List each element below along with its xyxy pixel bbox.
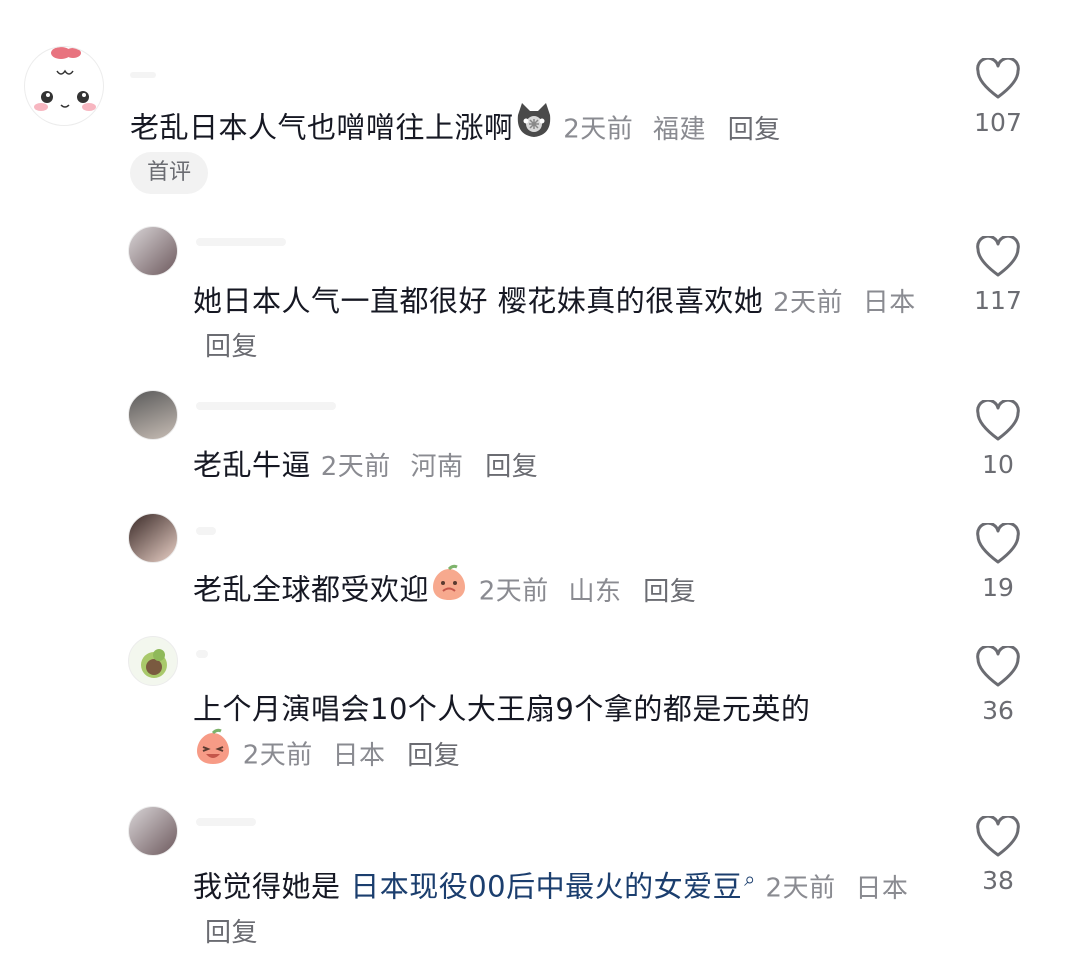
like-button[interactable]: 107 [968,58,1028,137]
comment-body: 她日本人气一直都很好 樱花妹真的很喜欢她 [193,284,764,318]
avatar[interactable] [128,390,178,440]
comment-location: 福建 [653,114,707,145]
username-placeholder[interactable] [130,72,156,78]
username-placeholder[interactable] [196,527,216,535]
avatar[interactable] [128,513,178,563]
reply-button[interactable]: 回复 [485,452,538,482]
comment-body: 老乱全球都受欢迎 [193,572,430,607]
like-count: 36 [982,696,1014,725]
like-count: 19 [982,573,1014,602]
comment-text: 我觉得她是 日本现役00后中最火的女爱豆 ⌕ 2天前 日本 回复 [193,858,933,954]
avatar[interactable] [128,806,178,856]
like-count: 38 [982,866,1014,895]
comment-body: 老乱日本人气也噌噌往上涨啊 [130,110,514,145]
comment-body: 老乱牛逼 [193,448,312,482]
reply-button[interactable]: 回复 [643,577,696,607]
like-count: 117 [974,286,1022,315]
username-placeholder[interactable] [196,650,208,658]
comment-text: 老乱牛逼 2天前 河南 回复 [193,444,933,488]
heart-icon [976,816,1020,857]
comment-time: 2天前 [320,452,391,482]
comment-text: 老乱全球都受欢迎 2天前 山东 回复 [193,563,933,617]
comment-location: 山东 [568,576,622,607]
comment-body: 上个月演唱会10个人大王扇9个拿的都是元英的 [193,692,811,726]
like-button[interactable]: 117 [968,236,1028,315]
comment-time: 2天前 [765,873,836,904]
heart-icon [976,646,1020,687]
peach-laugh-emoji-icon [193,727,233,778]
username-placeholder[interactable] [196,818,256,826]
comment-body: 我觉得她是 [193,869,351,904]
comment-time: 2天前 [772,288,843,318]
comment-text: 她日本人气一直都很好 樱花妹真的很喜欢她 2天前 日本 回复 [193,280,933,368]
comment-time: 2天前 [478,576,549,607]
bunny-avatar-image [34,47,96,111]
comment-location: 日本 [332,740,386,771]
comment-text: 上个月演唱会10个人大王扇9个拿的都是元英的 2天前 日本 回复 [193,688,933,781]
comment-location: 日本 [862,288,916,318]
comment-location: 河南 [410,452,464,482]
comment-time: 2天前 [242,740,313,771]
like-button[interactable]: 36 [968,646,1028,725]
reply-button[interactable]: 回复 [205,332,258,362]
avatar[interactable] [128,636,178,686]
comment-location: 日本 [855,873,909,904]
search-link[interactable]: 日本现役00后中最火的女爱豆 [350,870,742,904]
reply-button[interactable]: 回复 [407,741,460,771]
comment-time: 2天前 [563,114,634,145]
username-placeholder[interactable] [196,238,286,246]
heart-icon [976,58,1020,99]
heart-icon [976,523,1020,564]
heart-icon [976,236,1020,277]
cat-emoji-icon [514,101,554,152]
avatar-image [141,649,167,678]
like-count: 107 [974,108,1022,137]
first-comment-badge: 首评 [130,152,208,194]
peach-face-emoji-icon [429,563,469,614]
like-count: 10 [982,450,1014,479]
like-button[interactable]: 19 [968,523,1028,602]
avatar[interactable] [24,46,104,126]
comment-text: 老乱日本人气也噌噌往上涨啊 2天前 福建 回复 [130,101,950,155]
reply-button[interactable]: 回复 [728,115,781,145]
like-button[interactable]: 10 [968,400,1028,479]
username-placeholder[interactable] [196,402,336,410]
like-button[interactable]: 38 [968,816,1028,895]
avatar[interactable] [128,226,178,276]
heart-icon [976,400,1020,441]
search-icon[interactable]: ⌕ [744,867,756,891]
reply-button[interactable]: 回复 [205,918,258,948]
